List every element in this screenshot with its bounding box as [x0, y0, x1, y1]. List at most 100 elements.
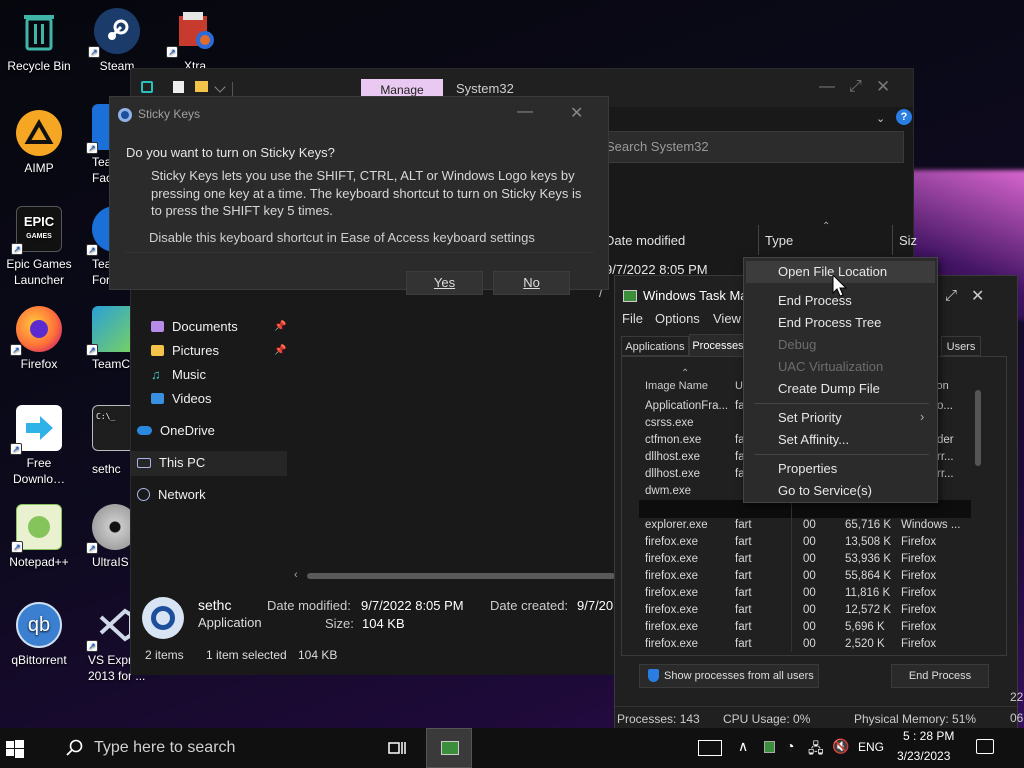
status-processes: Processes: 143: [617, 712, 700, 726]
end-process-button[interactable]: End Process: [891, 664, 989, 688]
desktop-icon-label: Firefox: [20, 357, 58, 371]
no-button[interactable]: No: [493, 271, 570, 295]
nav-item-onedrive[interactable]: OneDrive: [137, 423, 215, 438]
menu-item-go-to-services[interactable]: Go to Service(s): [778, 483, 872, 498]
pin-icon[interactable]: 📌: [274, 345, 286, 356]
desktop-icon-free-download[interactable]: ↗ Free Downlo…: [0, 405, 78, 487]
nav-item-videos[interactable]: Videos: [151, 391, 212, 406]
desktop-icon-ultraiso[interactable]: ↗ UltraIS: [78, 504, 130, 570]
search-input[interactable]: Search System32: [599, 131, 904, 163]
menu-item-set-affinity[interactable]: Set Affinity...: [778, 432, 849, 447]
pin-icon[interactable]: 📌: [274, 321, 286, 332]
tray-task-manager-icon[interactable]: [764, 741, 775, 753]
clock-time[interactable]: 5 : 28 PM: [903, 729, 954, 743]
desktop-icon-firefox[interactable]: ↗ Firefox: [0, 306, 78, 372]
clock-date[interactable]: 3/23/2023: [897, 749, 950, 763]
show-all-processes-button[interactable]: Show processes from all users: [639, 664, 819, 688]
menu-item-create-dump-file[interactable]: Create Dump File: [778, 381, 880, 396]
column-type[interactable]: Type: [765, 233, 793, 248]
yes-button[interactable]: Yes: [406, 271, 483, 295]
notifications-icon[interactable]: [976, 739, 994, 754]
desktop-icon-teamc[interactable]: ↗ TeamC: [78, 306, 130, 372]
teamcity-icon: ↗: [86, 306, 130, 356]
shortcut-arrow-icon: ↗: [10, 443, 22, 455]
process-desc: Windows ...: [901, 519, 961, 531]
tm-maximize-button[interactable]: ⤢: [945, 287, 957, 304]
process-name: firefox.exe: [645, 587, 699, 599]
minimize-button[interactable]: —: [819, 78, 835, 96]
process-user: fart: [735, 587, 752, 599]
process-cpu: 00: [803, 519, 816, 531]
dialog-question: Do you want to turn on Sticky Keys?: [126, 145, 335, 160]
properties-quick-icon[interactable]: [173, 81, 184, 93]
dialog-close-button[interactable]: ✕: [570, 103, 583, 123]
process-name: explorer.exe: [645, 519, 708, 531]
process-name: dwm.exe: [645, 485, 692, 497]
desktop-icon-steam[interactable]: ↗ Steam: [78, 8, 156, 74]
horizontal-scrollbar[interactable]: [307, 573, 615, 579]
search-icon: [66, 739, 83, 756]
task-view-icon[interactable]: [388, 740, 406, 756]
process-desc: rr...: [937, 468, 954, 480]
scroll-left-arrow-icon[interactable]: ‹: [294, 569, 298, 581]
process-name: firefox.exe: [645, 553, 699, 565]
details-size-label: Size:: [325, 616, 354, 631]
help-icon[interactable]: ?: [896, 109, 912, 125]
close-button[interactable]: ✕: [876, 77, 890, 97]
desktop-icon-epic-games[interactable]: EPIC GAMES ↗ Epic Games Launcher: [0, 206, 78, 288]
menu-item-end-process-tree[interactable]: End Process Tree: [778, 315, 881, 330]
nav-item-documents[interactable]: Documents: [151, 319, 238, 334]
language-indicator[interactable]: ENG: [858, 740, 884, 754]
process-cpu: 00: [803, 570, 816, 582]
status-selected: 1 item selected: [206, 648, 287, 662]
menu-file[interactable]: File: [622, 311, 643, 326]
nav-item-network[interactable]: Network: [137, 487, 206, 502]
maximize-button[interactable]: ⤢: [849, 78, 862, 96]
taskbar-search-box[interactable]: Type here to search: [52, 728, 372, 768]
column-image-name[interactable]: Image Name: [645, 380, 708, 392]
tm-close-button[interactable]: ✕: [971, 286, 984, 306]
chevron-down-icon[interactable]: [214, 81, 226, 93]
taskbar-task-manager-button[interactable]: [426, 728, 472, 768]
offscreen-edge-text: 06: [1010, 711, 1024, 725]
nav-item-music[interactable]: ♫ Music: [151, 367, 206, 382]
disable-shortcut-link[interactable]: Disable this keyboard shortcut in Ease o…: [149, 230, 535, 245]
show-hidden-icons-chevron-icon[interactable]: ∧: [738, 738, 748, 755]
menu-options[interactable]: Options: [655, 311, 700, 326]
nav-item-pictures[interactable]: Pictures: [151, 343, 219, 358]
menu-item-properties[interactable]: Properties: [778, 461, 837, 476]
tab-users[interactable]: Users: [941, 336, 981, 356]
desktop-icon-xtra[interactable]: ↗ Xtra: [156, 8, 234, 72]
windows-start-icon[interactable]: [6, 740, 24, 758]
desktop-icon-label: Free Downlo…: [12, 456, 66, 486]
column-date-modified[interactable]: Date modified: [605, 233, 685, 248]
column-size[interactable]: Siz: [899, 233, 917, 248]
desktop-icon-notepad-plus-plus[interactable]: ↗ Notepad++: [0, 504, 78, 570]
menu-item-set-priority[interactable]: Set Priority: [778, 410, 842, 425]
process-desc: o...: [937, 400, 953, 412]
process-desc: der: [937, 434, 954, 446]
vertical-scrollbar[interactable]: [975, 390, 981, 466]
webcam-tray-icon[interactable]: ◔: [786, 738, 794, 754]
desktop-icon-sethc[interactable]: C:\_ sethc: [78, 405, 130, 477]
desktop-icon-qbittorrent[interactable]: qb qBittorrent: [0, 602, 78, 668]
process-name: firefox.exe: [645, 570, 699, 582]
news-widget-icon[interactable]: [698, 740, 722, 756]
new-folder-quick-icon[interactable]: [195, 81, 208, 92]
process-desc: rr...: [937, 451, 954, 463]
music-icon: ♫: [151, 367, 161, 382]
process-user: fart: [735, 638, 752, 650]
tab-applications[interactable]: Applications: [621, 336, 689, 356]
volume-muted-icon[interactable]: 🔇: [832, 738, 849, 755]
menu-view[interactable]: View: [713, 311, 741, 326]
desktop-icon-recycle-bin[interactable]: Recycle Bin: [0, 8, 78, 74]
ribbon-expand-chevron-icon[interactable]: ⌄: [876, 112, 885, 125]
nav-label: OneDrive: [160, 423, 215, 438]
network-tray-icon[interactable]: 🖧: [808, 738, 824, 762]
nav-item-this-pc[interactable]: This PC: [137, 455, 205, 470]
desktop-icon-aimp[interactable]: AIMP: [0, 110, 78, 176]
dialog-minimize-button[interactable]: —: [517, 103, 533, 121]
process-desc: Firefox: [901, 638, 937, 650]
process-user: fart: [735, 570, 752, 582]
tab-processes[interactable]: Processes: [689, 334, 747, 356]
